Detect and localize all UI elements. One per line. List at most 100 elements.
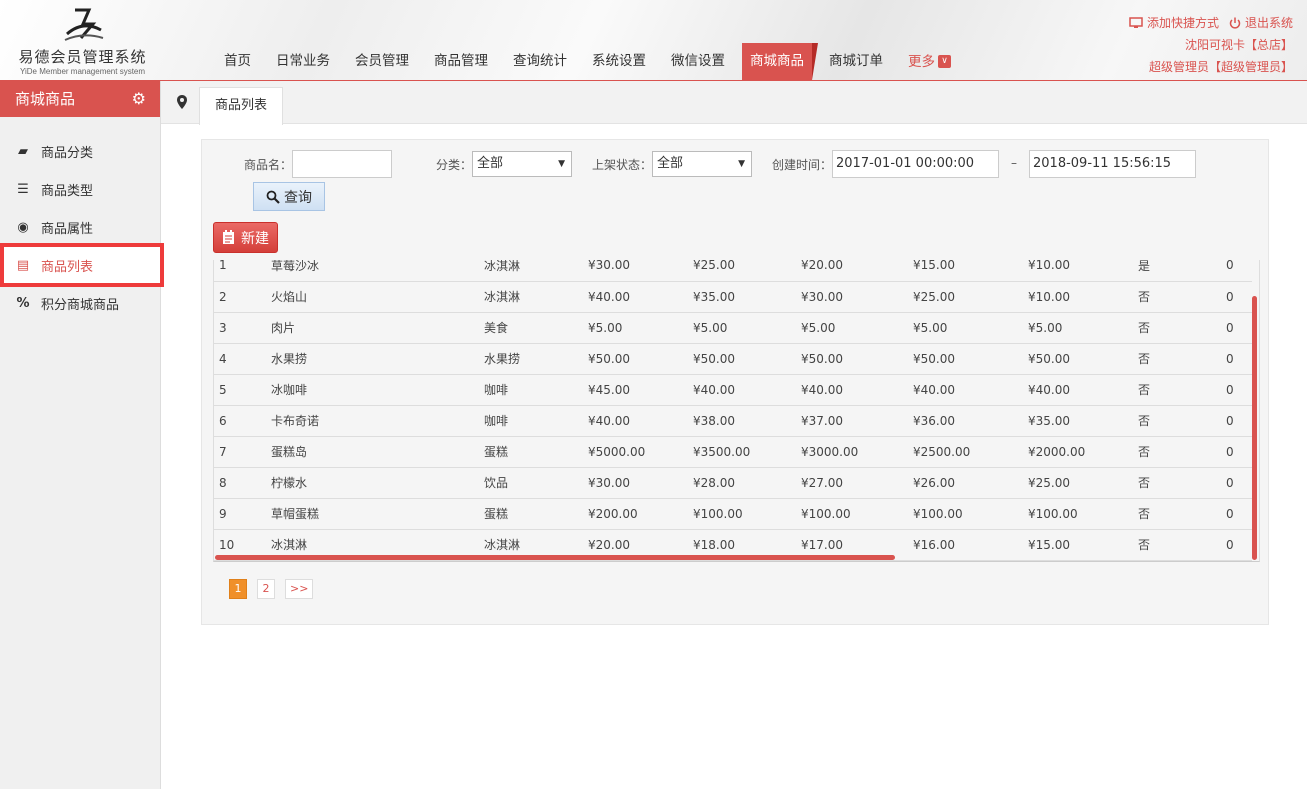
table-cell: 6 [214, 405, 271, 437]
nav-item-3[interactable]: 商品管理 [426, 43, 496, 80]
table-cell: ¥3000.00 [801, 436, 913, 468]
nav-item-6[interactable]: 微信设置 [663, 43, 733, 80]
tab-product-list[interactable]: 商品列表 [199, 87, 284, 125]
table-row[interactable]: 9 草帽蛋糕 蛋糕 ¥200.00 ¥100.00 ¥100.00 ¥100.00 ¥100.… [214, 498, 1252, 530]
next-page-button[interactable]: >> [285, 579, 313, 599]
page-button-2[interactable]: 2 [257, 579, 275, 599]
table-cell: ¥15.00 [913, 260, 1028, 282]
category-select-value: 全部 [477, 156, 504, 171]
table-cell: 否 [1138, 281, 1226, 313]
table-cell: 柠檬水 [271, 467, 484, 499]
table-row[interactable]: 5 冰咖啡 咖啡 ¥45.00 ¥40.00 ¥40.00 ¥40.00 ¥40.00 否 0 [214, 374, 1252, 406]
category-select[interactable]: 全部 ▼ [472, 151, 572, 177]
nav-item-4[interactable]: 查询统计 [505, 43, 575, 80]
table-cell: ¥40.00 [1028, 374, 1138, 406]
table-cell: ¥5.00 [1028, 312, 1138, 344]
sidebar-item-3[interactable]: ▤ 商品列表 [0, 243, 164, 287]
sidebar-item-1[interactable]: ☰ 商品类型 [0, 170, 160, 208]
nav-item-label: 更多 [908, 53, 935, 70]
name-filter-label: 商品名： [244, 158, 293, 172]
store-name[interactable]: 沈阳可视卡【总店】 [1129, 34, 1293, 56]
content-panel: 商品名： 分类： 全部 ▼ 上架状态： 全部 ▼ 创建时间： 2017-01-01 … [201, 139, 1269, 625]
nav-item-7[interactable]: 商城商品 [742, 43, 818, 80]
logo[interactable]: 易德会员管理系统 YiDe Member management system [10, 4, 155, 78]
table-row[interactable]: 2 火焰山 冰淇淋 ¥40.00 ¥35.00 ¥30.00 ¥25.00 ¥10.00 否 0 [214, 281, 1252, 313]
table-row[interactable]: 1 草莓沙冰 冰淇淋 ¥30.00 ¥25.00 ¥20.00 ¥15.00 ¥10.00 是 0 [214, 260, 1252, 282]
location-pin-icon[interactable] [174, 94, 190, 110]
sidebar-menu: ▰ 商品分类 ☰ 商品类型 ◉ 商品属性 ▤ 商品列表% 积分商城商品 [0, 132, 164, 322]
page-button-1[interactable]: 1 [229, 579, 247, 599]
add-shortcut-label: 添加快捷方式 [1146, 16, 1219, 30]
horizontal-scrollbar[interactable] [215, 555, 895, 560]
product-table-container[interactable]: 1 草莓沙冰 冰淇淋 ¥30.00 ¥25.00 ¥20.00 ¥15.00 ¥10.00 是 0… [213, 260, 1260, 562]
coins-icon: ◉ [17, 219, 29, 235]
sidebar-item-4[interactable]: % 积分商城商品 [0, 284, 160, 322]
table-cell: 0 [1226, 467, 1252, 499]
table-cell: ¥100.00 [693, 498, 801, 530]
table-cell: 3 [214, 312, 271, 344]
created-time-label: 创建时间： [772, 158, 833, 172]
nav-item-9[interactable]: 更多 ∨ [900, 43, 959, 80]
table-cell: 0 [1226, 529, 1252, 561]
add-shortcut-link[interactable]: 添加快捷方式 [1129, 12, 1219, 34]
table-cell: 0 [1226, 405, 1252, 437]
table-row[interactable]: 3 肉片 美食 ¥5.00 ¥5.00 ¥5.00 ¥5.00 ¥5.00 否 0 [214, 312, 1252, 344]
table-cell: ¥25.00 [913, 281, 1028, 313]
new-button[interactable]: 新建 [213, 222, 278, 253]
date-to-input[interactable]: 2018-09-11 15:56:15 [1029, 150, 1196, 178]
nav-item-2[interactable]: 会员管理 [347, 43, 417, 80]
table-cell: ¥30.00 [588, 260, 693, 282]
table-row[interactable]: 8 柠檬水 饮品 ¥30.00 ¥28.00 ¥27.00 ¥26.00 ¥25.00 否 0 [214, 467, 1252, 499]
nav-item-1[interactable]: 日常业务 [268, 43, 338, 80]
nav-item-5[interactable]: 系统设置 [584, 43, 654, 80]
nav-item-8[interactable]: 商城订单 [821, 43, 891, 80]
table-cell: ¥50.00 [801, 343, 913, 375]
table-cell: 1 [214, 260, 271, 282]
table-cell: ¥37.00 [801, 405, 913, 437]
table-cell: ¥50.00 [693, 343, 801, 375]
table-cell: ¥100.00 [1028, 498, 1138, 530]
table-cell: ¥40.00 [913, 374, 1028, 406]
new-button-label: 新建 [241, 230, 269, 247]
table-cell: ¥40.00 [588, 281, 693, 313]
user-area: 添加快捷方式 退出系统 沈阳可视卡【总店】 超级管理员【超级管理员】 [1129, 12, 1293, 78]
table-cell: ¥16.00 [913, 529, 1028, 561]
table-cell: ¥30.00 [801, 281, 913, 313]
grid-list-icon: ▤ [16, 257, 30, 273]
tab-bar: 商品列表 [161, 81, 1307, 125]
table-cell: ¥40.00 [588, 405, 693, 437]
query-button[interactable]: 查询 [253, 182, 325, 211]
logout-label: 退出系统 [1244, 16, 1293, 30]
name-filter-input[interactable] [292, 150, 392, 178]
gear-icon[interactable]: ⚙ [132, 81, 146, 117]
table-cell: 0 [1226, 343, 1252, 375]
dropdown-arrow-icon: ▼ [558, 159, 565, 169]
table-cell: 否 [1138, 529, 1226, 561]
table-cell: ¥10.00 [1028, 260, 1138, 282]
table-cell: 冰淇淋 [484, 281, 588, 313]
sidebar-item-2[interactable]: ◉ 商品属性 [0, 208, 160, 246]
table-cell: ¥38.00 [693, 405, 801, 437]
table-row[interactable]: 7 蛋糕岛 蛋糕 ¥5000.00 ¥3500.00 ¥3000.00 ¥2500.00 ¥2… [214, 436, 1252, 468]
table-cell: 是 [1138, 260, 1226, 282]
table-cell: ¥5.00 [588, 312, 693, 344]
power-icon [1229, 17, 1241, 29]
user-name[interactable]: 超级管理员【超级管理员】 [1129, 56, 1293, 78]
date-from-input[interactable]: 2017-01-01 00:00:00 [832, 150, 999, 178]
logout-link[interactable]: 退出系统 [1229, 12, 1293, 34]
sidebar-item-0[interactable]: ▰ 商品分类 [0, 132, 160, 170]
table-cell: 火焰山 [271, 281, 484, 313]
status-select[interactable]: 全部 ▼ [652, 151, 752, 177]
table-cell: 4 [214, 343, 271, 375]
table-cell: 否 [1138, 498, 1226, 530]
table-cell: ¥27.00 [801, 467, 913, 499]
table-row[interactable]: 4 水果捞 水果捞 ¥50.00 ¥50.00 ¥50.00 ¥50.00 ¥50.00 否 0 [214, 343, 1252, 375]
vertical-scrollbar[interactable] [1252, 296, 1257, 560]
table-cell: 美食 [484, 312, 588, 344]
sidebar-item-label: 商品属性 [41, 221, 94, 237]
table-cell: ¥15.00 [1028, 529, 1138, 561]
table-row[interactable]: 6 卡布奇诺 咖啡 ¥40.00 ¥38.00 ¥37.00 ¥36.00 ¥35.00 否 0 [214, 405, 1252, 437]
table-cell: 9 [214, 498, 271, 530]
nav-item-0[interactable]: 首页 [216, 43, 259, 80]
sidebar-title: 商城商品 [15, 90, 76, 108]
